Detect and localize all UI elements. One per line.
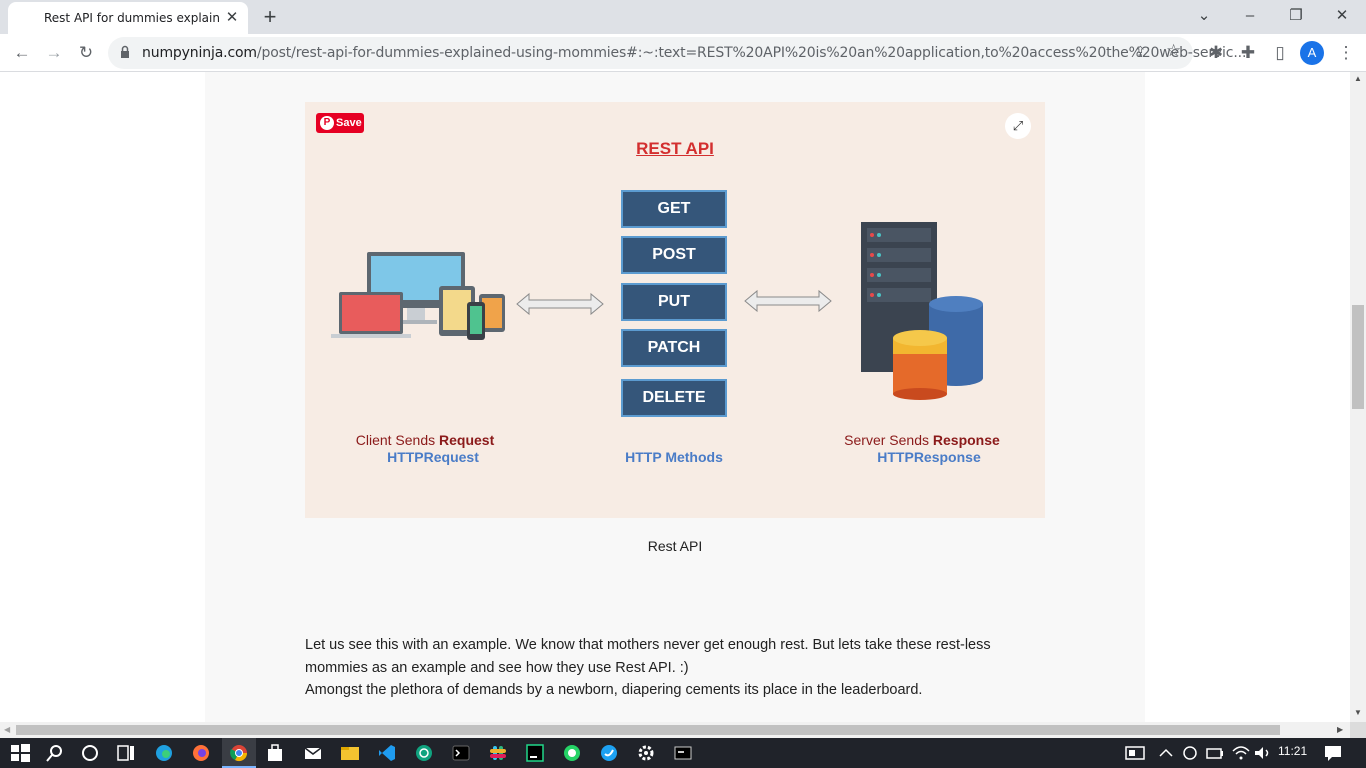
battery-icon[interactable]: [1204, 743, 1226, 763]
lock-icon: [121, 45, 129, 58]
horizontal-scrollbar[interactable]: ◀ ▶: [0, 722, 1350, 738]
url-path: /post/rest-api-for-dummies-explained-usi…: [256, 45, 1247, 61]
meet-now-icon[interactable]: [1180, 743, 1202, 763]
rest-api-figure: P Save ⤢ REST API GET POST PUT PATCH DEL…: [305, 102, 1045, 518]
server-caption: Server Sends Response: [822, 432, 1022, 448]
left-double-arrow-icon: [516, 292, 604, 316]
browser-toolbar: ← → ↻ numpyninja.com/post/rest-api-for-d…: [0, 34, 1366, 72]
slack-icon[interactable]: [487, 743, 509, 763]
browser-tab[interactable]: Rest API for dummies explained using mom…: [8, 2, 248, 34]
chatgpt-icon[interactable]: [413, 743, 435, 763]
forward-icon[interactable]: →: [40, 39, 68, 67]
settings-gear-icon[interactable]: [635, 743, 657, 763]
command-prompt-icon[interactable]: [672, 743, 694, 763]
scrollbar-corner: [1350, 722, 1366, 738]
side-panel-icon[interactable]: ▯: [1266, 39, 1294, 67]
tab-search-icon[interactable]: ⌄: [1188, 4, 1220, 28]
client-caption-prefix: Client Sends: [355, 432, 440, 448]
method-delete: DELETE: [621, 379, 727, 417]
pycharm-icon[interactable]: [524, 743, 546, 763]
windows-start-icon[interactable]: [10, 743, 32, 763]
minimize-icon[interactable]: –: [1234, 4, 1266, 28]
volume-icon[interactable]: [1252, 743, 1274, 763]
url-domain: numpyninja.com: [142, 45, 257, 61]
show-hidden-icons-chevron[interactable]: [1155, 743, 1177, 763]
method-get: GET: [621, 190, 727, 228]
server-subcaption: HTTPResponse: [877, 449, 981, 465]
window-close-icon[interactable]: ✕: [1326, 4, 1358, 28]
paragraph-1: Let us see this with an example. We know…: [305, 634, 1045, 679]
figure-caption: Rest API: [647, 538, 703, 554]
vertical-scroll-thumb[interactable]: [1352, 305, 1364, 409]
method-post: POST: [621, 236, 727, 274]
right-double-arrow-icon: [744, 289, 832, 313]
cortana-icon[interactable]: [79, 743, 101, 763]
share-icon[interactable]: ⇪: [1134, 43, 1147, 61]
vscode-icon[interactable]: [376, 743, 398, 763]
client-caption: Client Sends Request: [325, 432, 525, 448]
url-text: numpyninja.com/post/rest-api-for-dummies…: [142, 45, 1246, 61]
save-label: Save: [336, 117, 362, 129]
paragraph-2: Amongst the plethora of demands by a new…: [305, 682, 923, 698]
chrome-icon[interactable]: [228, 743, 250, 763]
terminal-icon[interactable]: [450, 743, 472, 763]
whatsapp-icon[interactable]: [561, 743, 583, 763]
bookmark-star-icon[interactable]: ☆: [1166, 41, 1181, 61]
server-caption-prefix: Server Sends: [844, 432, 933, 448]
method-put: PUT: [621, 283, 727, 321]
firefox-icon[interactable]: [190, 743, 212, 763]
methods-caption: HTTP Methods: [625, 449, 723, 465]
server-database-illustration: [861, 222, 983, 400]
client-caption-bold: Request: [439, 432, 495, 448]
new-tab-button[interactable]: +: [258, 6, 282, 28]
back-icon[interactable]: ←: [8, 39, 36, 67]
twitter-icon[interactable]: [598, 743, 620, 763]
wifi-icon[interactable]: [1230, 743, 1252, 763]
file-explorer-icon[interactable]: [339, 743, 361, 763]
action-center-icon[interactable]: [1322, 743, 1344, 763]
restore-icon[interactable]: ❐: [1280, 4, 1312, 28]
pinterest-icon: P: [320, 116, 334, 130]
favicon-icon: [22, 11, 36, 25]
server-caption-bold: Response: [932, 432, 1000, 448]
mail-icon[interactable]: [302, 743, 324, 763]
scroll-down-icon[interactable]: ▼: [1354, 708, 1362, 717]
expand-icon[interactable]: ⤢: [1005, 113, 1031, 139]
page-viewport: P Save ⤢ REST API GET POST PUT PATCH DEL…: [0, 72, 1350, 722]
menu-kebab-icon[interactable]: ⋮: [1332, 39, 1360, 67]
figure-title: REST API: [636, 139, 714, 158]
scroll-left-icon[interactable]: ◀: [4, 725, 10, 734]
taskbar-clock[interactable]: 11:21: [1278, 744, 1307, 758]
article-body: P Save ⤢ REST API GET POST PUT PATCH DEL…: [205, 72, 1145, 722]
paragraph-1-line-2: mommies as an example and see how they u…: [305, 659, 689, 676]
tab-close-icon[interactable]: ✕: [222, 8, 242, 28]
notifications-badge-icon[interactable]: [1124, 743, 1146, 763]
task-view-icon[interactable]: [115, 743, 137, 763]
search-icon[interactable]: [44, 743, 66, 763]
method-patch: PATCH: [621, 329, 727, 367]
extensions-puzzle-icon[interactable]: ✚: [1234, 39, 1262, 67]
profile-avatar[interactable]: A: [1300, 41, 1324, 65]
windows-taskbar: 11:21: [0, 738, 1366, 768]
client-subcaption: HTTPRequest: [387, 449, 479, 465]
tab-strip: Rest API for dummies explained using mom…: [0, 0, 1366, 34]
edge-icon[interactable]: [153, 743, 175, 763]
horizontal-scroll-thumb[interactable]: [16, 725, 1280, 735]
scroll-up-icon[interactable]: ▲: [1354, 74, 1362, 83]
reload-icon[interactable]: ↻: [72, 39, 100, 67]
store-icon[interactable]: [264, 743, 286, 763]
tab-title: Rest API for dummies explained using mom…: [44, 11, 219, 25]
paragraph-1-line-1: Let us see this with an example. We know…: [305, 637, 991, 653]
extension-bug-icon[interactable]: ✱: [1202, 39, 1230, 67]
address-bar[interactable]: numpyninja.com/post/rest-api-for-dummies…: [108, 37, 1246, 69]
pinterest-save-button[interactable]: P Save: [316, 113, 364, 133]
scroll-right-icon[interactable]: ▶: [1337, 725, 1343, 734]
client-devices-illustration: [331, 252, 505, 340]
vertical-scrollbar[interactable]: ▲ ▼: [1350, 72, 1366, 722]
